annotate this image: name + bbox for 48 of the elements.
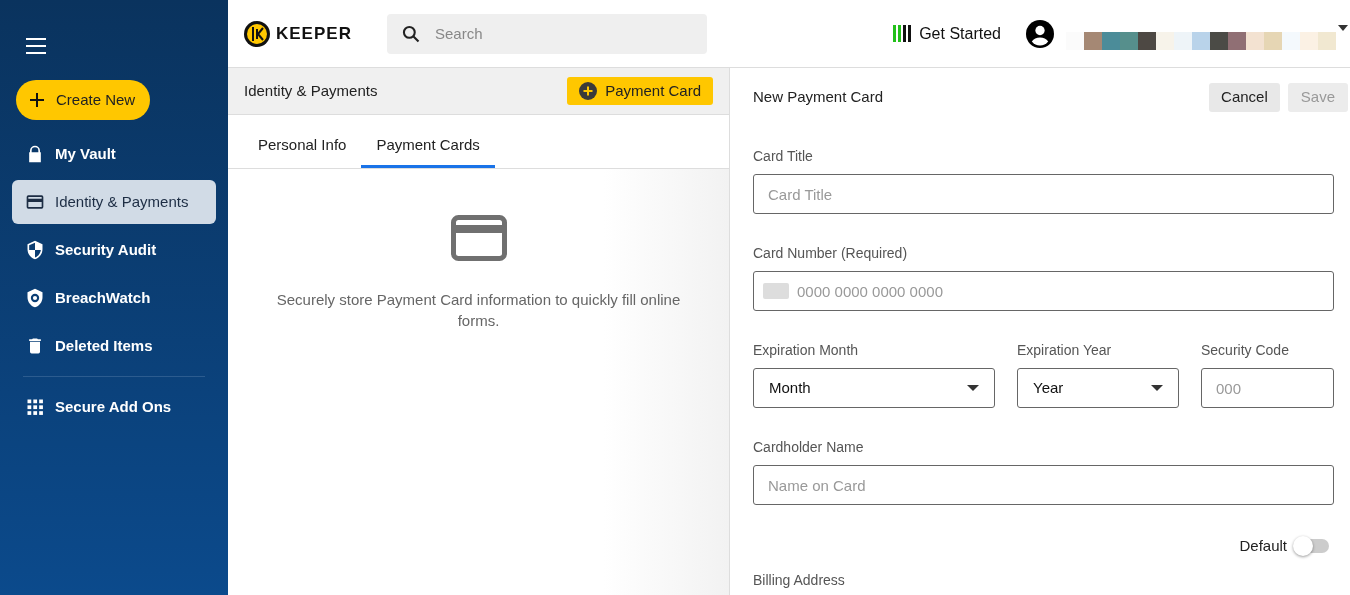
input-field[interactable]: Name on Card	[753, 465, 1334, 505]
grid-icon	[25, 397, 45, 417]
shield-icon	[25, 240, 45, 260]
field-label: Card Title	[753, 147, 814, 166]
tab[interactable]: Payment Cards	[361, 126, 495, 168]
shield-eye-icon	[25, 288, 45, 308]
form-title: New Payment Card	[753, 86, 884, 107]
cancel-button[interactable]: Cancel	[1209, 82, 1280, 112]
progress-bars-icon	[893, 25, 912, 42]
sidebar-item[interactable]: Deleted Items	[12, 324, 216, 368]
toggle-switch[interactable]	[1295, 539, 1329, 554]
dropdown[interactable]: Year	[1017, 368, 1179, 408]
credit-card-icon	[25, 192, 45, 212]
menu-icon[interactable]	[26, 38, 46, 54]
input-field[interactable]: 0000 0000 0000 0000	[753, 271, 1334, 311]
caret-icon[interactable]	[1338, 24, 1348, 31]
card-icon	[763, 283, 789, 299]
caret-icon	[1151, 385, 1163, 391]
sidebar-item[interactable]: Identity & Payments	[12, 180, 216, 224]
empty-state-message: Securely store Payment Card information to quickly fill online forms.	[275, 290, 682, 331]
plus-circle-icon	[579, 82, 598, 100]
keeper-logo: KEEPER	[244, 20, 371, 47]
field-label: Security Code	[1201, 341, 1290, 360]
account-icon[interactable]	[1026, 19, 1054, 48]
sidebar-item[interactable]: BreachWatch	[12, 276, 216, 320]
field-label: Card Number (Required)	[753, 244, 909, 263]
caret-icon	[967, 385, 979, 391]
field-label: Cardholder Name	[753, 438, 865, 457]
search-field[interactable]: Search	[387, 13, 707, 54]
field-label: Expiration Year	[1017, 341, 1113, 360]
input-field[interactable]: 000	[1201, 368, 1334, 408]
add-payment-card-button[interactable]: Payment Card	[567, 77, 713, 105]
panel-title: Identity & Payments	[244, 80, 378, 101]
sidebar-item[interactable]: Security Audit	[12, 228, 216, 272]
sidebar-item[interactable]: My Vault	[12, 132, 216, 176]
search-icon	[401, 23, 421, 44]
create-new-button[interactable]: Create New	[16, 80, 150, 120]
tab[interactable]: Personal Info	[243, 126, 362, 168]
toggle-label: Default	[1239, 536, 1287, 556]
credit-card-icon	[450, 215, 507, 261]
dropdown[interactable]: Month	[753, 368, 995, 408]
logo-icon	[244, 20, 270, 47]
get-started-button[interactable]: Get Started	[893, 21, 1001, 46]
input-field[interactable]: Card Title	[753, 174, 1334, 214]
section-label: Billing Address	[753, 570, 846, 590]
plus-icon	[30, 93, 44, 107]
field-label: Expiration Month	[753, 341, 860, 360]
sidebar-item[interactable]: Secure Add Ons	[12, 385, 216, 429]
